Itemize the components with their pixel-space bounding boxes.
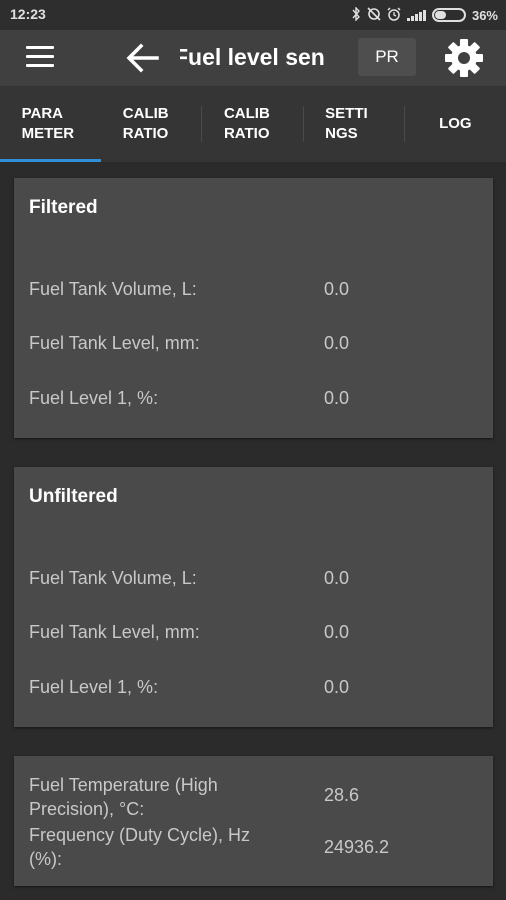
tab-calibration-1[interactable]: CALIB RATIO [101,86,203,162]
row-value: 28.6 [324,785,360,805]
page-title: Fuel level sen [180,44,352,71]
row-label: Fuel Level 1, %: [29,677,159,697]
row-label: Fuel Tank Level, mm: [29,622,200,642]
row-value: 24936.2 [324,837,390,857]
tab-label: CALIB RATIO [223,105,270,142]
back-arrow-icon[interactable] [126,42,160,74]
unfiltered-card: Unfiltered Fuel Tank Volume, L: 0.0 Fuel… [14,467,493,727]
menu-icon[interactable] [26,46,54,68]
status-time: 12:23 [10,6,46,22]
row-label: Fuel Tank Volume, L: [29,568,197,588]
tab-label: LOG [439,115,472,132]
toolbar: Fuel level sen PR [0,30,506,86]
row-value: 0.0 [324,388,350,408]
tab-log[interactable]: LOG [405,86,506,162]
row-value: 0.0 [324,677,350,697]
row-label: Fuel Tank Volume, L: [29,279,197,299]
tab-calibration-2[interactable]: CALIB RATIO [202,86,304,162]
battery-percent: 36% [471,7,498,23]
status-bar: 12:23 36% [0,0,506,30]
alarm-icon [387,6,401,24]
page-title-text: Fuel level sen [180,44,325,70]
card-title: Filtered [29,197,98,218]
row-label: Fuel Level 1, %: [29,388,159,408]
filtered-card: Filtered Fuel Tank Volume, L: 0.0 Fuel T… [14,178,493,438]
row-label: Fuel Tank Level, mm: [29,333,200,353]
row-value: 0.0 [324,279,350,299]
sync-off-icon [367,6,381,24]
tab-settings[interactable]: SETTI NGS [304,86,405,162]
row-label: Fuel Temperature (High Precision), °C: [29,775,218,819]
status-icons: 36% [351,5,498,25]
row-label: Frequency (Duty Cycle), Hz (%): [29,825,251,869]
bluetooth-icon [351,5,361,24]
tab-bar: PARA METER CALIB RATIO CALIB RATIO SETTI… [0,86,506,162]
row-value: 0.0 [324,568,350,588]
tab-parameter[interactable]: PARA METER [0,86,102,162]
row-value: 0.0 [324,622,350,642]
card-title: Unfiltered [29,486,118,507]
signal-icon [406,9,426,21]
battery-icon [431,8,466,22]
gear-icon[interactable] [444,38,484,78]
row-value: 0.0 [324,333,350,353]
tab-label: PARA METER [21,105,75,142]
tab-label: CALIB RATIO [122,105,169,142]
tab-label: SETTI NGS [325,105,368,142]
extra-params-card: Fuel Temperature (High Precision), °C: 2… [14,756,493,886]
pr-button[interactable]: PR [358,38,416,76]
